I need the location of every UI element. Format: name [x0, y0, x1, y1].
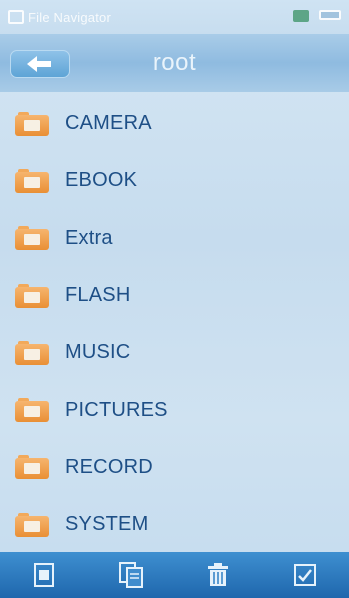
sd-card-icon: [293, 10, 309, 22]
folder-row-record[interactable]: RECORD: [0, 439, 349, 496]
back-button[interactable]: [10, 50, 70, 78]
folder-label: SYSTEM: [65, 513, 149, 536]
battery-icon: [319, 10, 341, 20]
folder-row-system[interactable]: SYSTEM: [0, 496, 349, 553]
folder-label: EBOOK: [65, 169, 138, 192]
path-bar: root: [0, 34, 349, 92]
folder-label: PICTURES: [65, 398, 168, 421]
folder-row-music[interactable]: MUSIC: [0, 324, 349, 381]
folder-icon: [15, 512, 49, 537]
folder-label: FLASH: [65, 284, 131, 307]
folder-list: CAMERA EBOOK Extra FLASH MUSIC PICTURES …: [0, 95, 349, 553]
folder-icon: [15, 283, 49, 308]
folder-icon: [15, 226, 49, 251]
folder-label: CAMERA: [65, 112, 152, 135]
folder-row-flash[interactable]: FLASH: [0, 267, 349, 324]
app-title: File Navigator: [28, 9, 111, 25]
status-bar: File Navigator: [0, 0, 349, 34]
arrow-left-icon: [27, 56, 51, 72]
bottom-toolbar: [0, 552, 349, 598]
folder-icon: [15, 340, 49, 365]
copy-icon: [118, 562, 143, 588]
delete-icon: [208, 563, 229, 586]
file-navigator-screen: File Navigator root CAMERA EBOOK Extra F…: [0, 0, 349, 598]
copy-button[interactable]: [116, 560, 146, 590]
delete-button[interactable]: [203, 560, 233, 590]
folder-icon: [15, 398, 49, 423]
app-icon: [8, 10, 24, 24]
folder-row-pictures[interactable]: PICTURES: [0, 381, 349, 438]
status-icons: [293, 10, 341, 22]
folder-icon: [15, 455, 49, 480]
current-path: root: [152, 49, 197, 76]
folder-icon: [15, 168, 49, 193]
folder-row-extra[interactable]: Extra: [0, 210, 349, 267]
folder-label: MUSIC: [65, 341, 131, 364]
folder-label: RECORD: [65, 455, 153, 478]
properties-icon: [33, 563, 54, 587]
folder-row-ebook[interactable]: EBOOK: [0, 152, 349, 209]
folder-icon: [15, 111, 49, 136]
select-button[interactable]: [290, 560, 320, 590]
folder-row-camera[interactable]: CAMERA: [0, 95, 349, 152]
properties-button[interactable]: [29, 560, 59, 590]
folder-label: Extra: [65, 226, 113, 249]
select-icon: [294, 564, 317, 586]
